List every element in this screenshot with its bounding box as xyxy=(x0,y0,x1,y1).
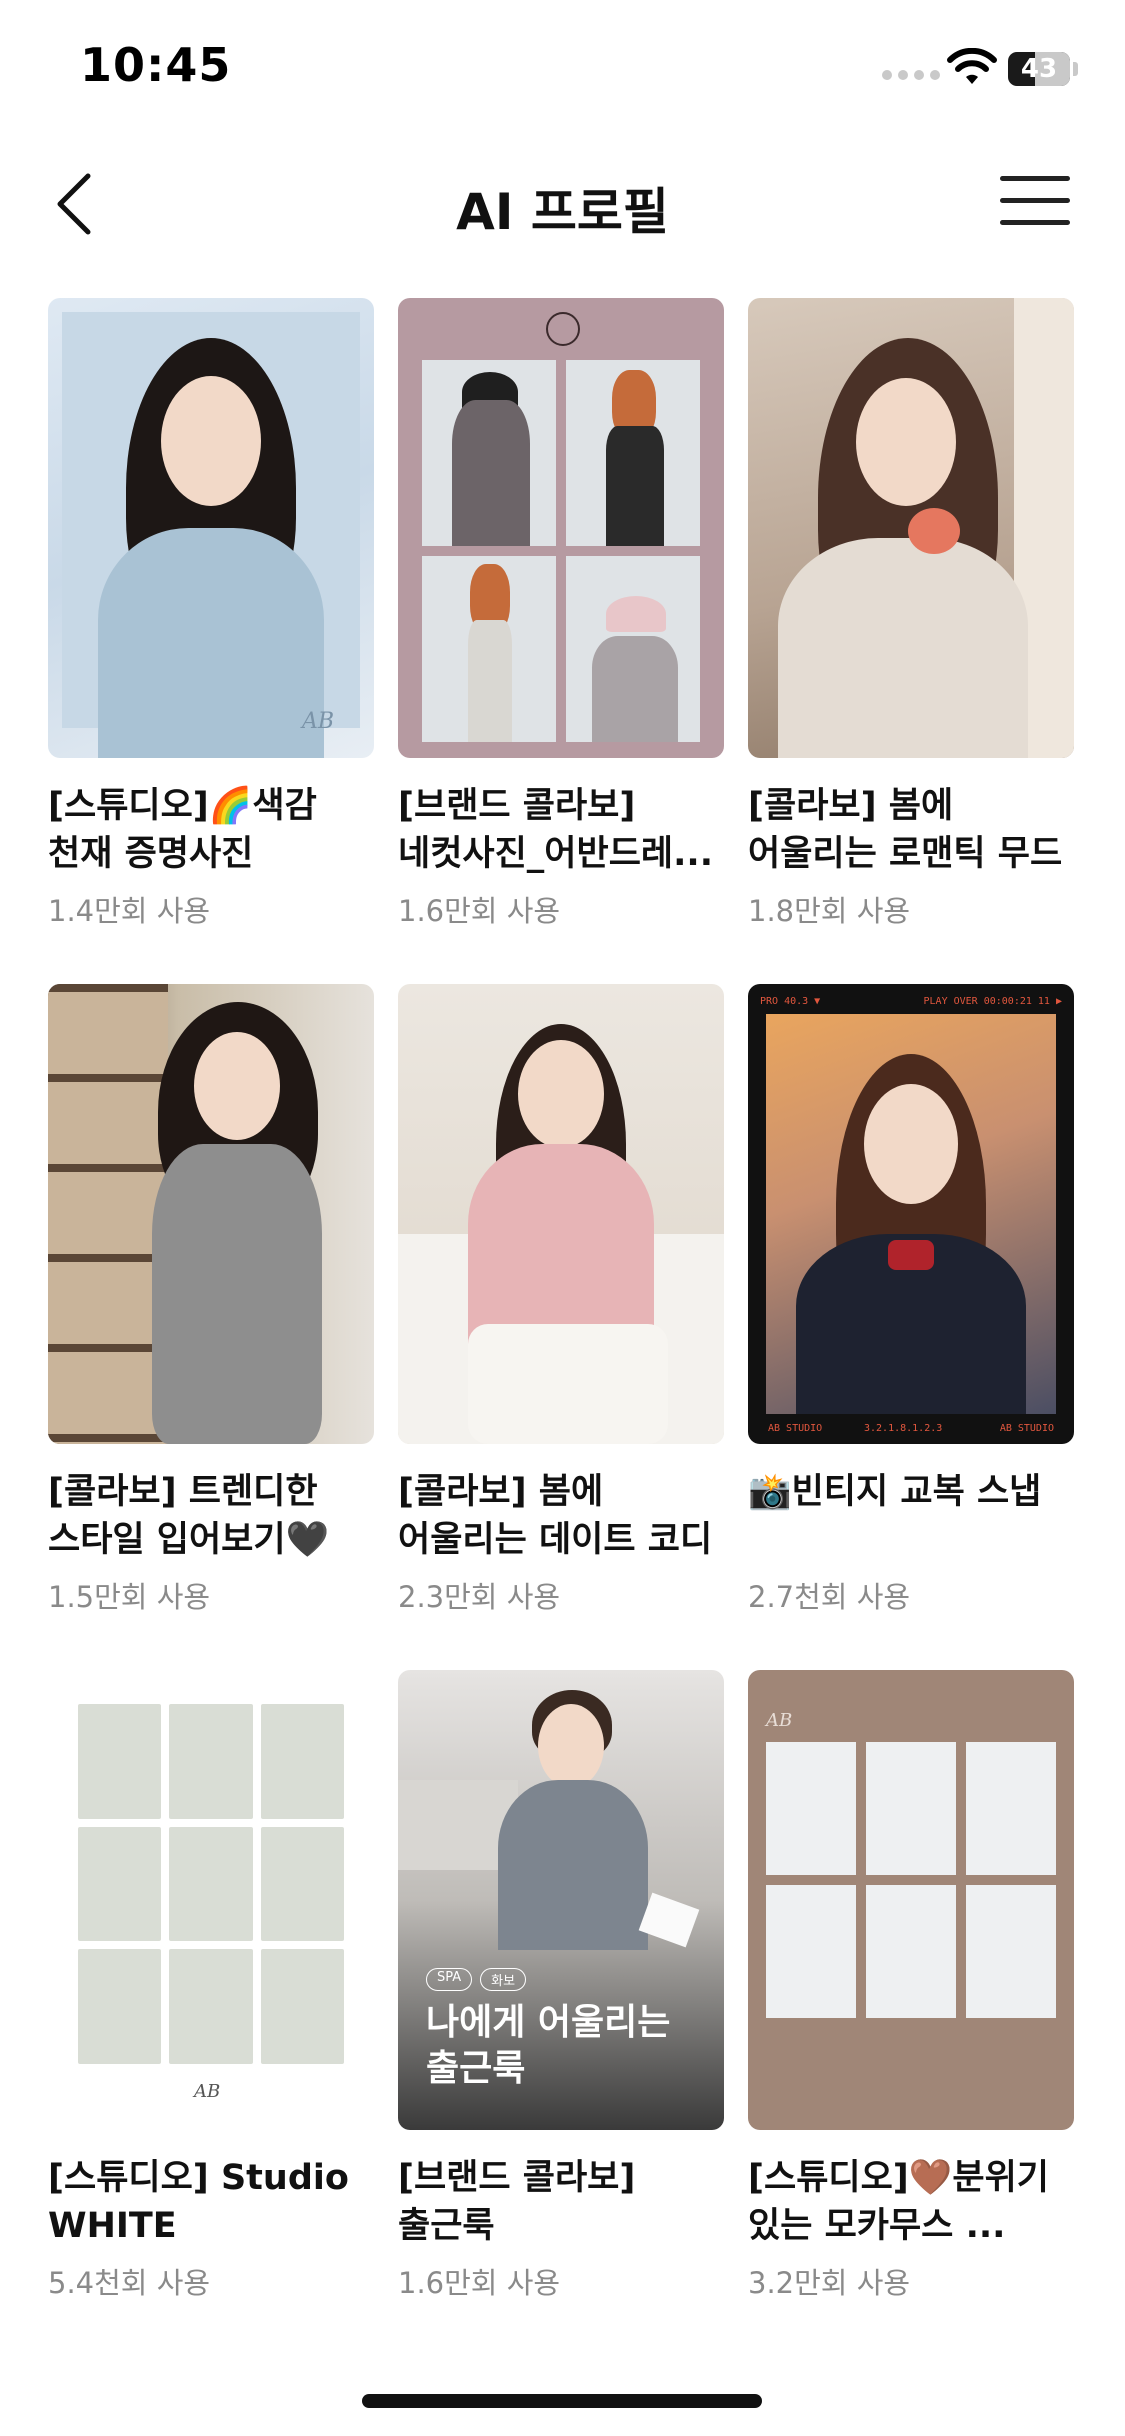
template-title: [콜라보] 봄에 어울리는 데이트 코디🌷 xyxy=(398,1472,713,1560)
template-usage-count: 1.6만회 사용 xyxy=(398,2266,561,2300)
template-title: [브랜드 콜라보] 출근룩 xyxy=(398,2158,636,2246)
template-thumbnail: AB xyxy=(48,1670,374,2130)
template-card[interactable]: SPA 화보 나에게 어울리는 출근룩 [브랜드 콜라보] 출근룩 1.6만회 … xyxy=(398,1670,724,2312)
template-grid: AB [스튜디오]🌈색감 천재 증명사진 1.4만회 사용 [브랜드 콜라보] … xyxy=(48,298,1078,2312)
menu-button[interactable] xyxy=(1000,176,1070,236)
nav-bar: AI 프로필 xyxy=(0,150,1125,260)
template-title: [콜라보] 트렌디한 스타일 입어보기🖤 xyxy=(48,1472,330,1560)
template-thumbnail xyxy=(48,984,374,1444)
template-thumbnail xyxy=(748,298,1074,758)
home-indicator[interactable] xyxy=(362,2394,762,2408)
template-title: [콜라보] 봄에 어울리는 로맨틱 무드💗 xyxy=(748,786,1063,874)
template-thumbnail: PRO 40.3 ▼ PLAY OVER 00:00:21 11 ▶ AB ST… xyxy=(748,984,1074,1444)
template-card[interactable]: [콜라보] 봄에 어울리는 로맨틱 무드💗 1.8만회 사용 xyxy=(748,298,1074,940)
template-card[interactable]: PRO 40.3 ▼ PLAY OVER 00:00:21 11 ▶ AB ST… xyxy=(748,984,1074,1626)
template-usage-count: 1.8만회 사용 xyxy=(748,894,911,928)
template-title: [스튜디오] Studio WHITE xyxy=(48,2158,349,2246)
status-time: 10:45 xyxy=(80,38,232,92)
wifi-icon xyxy=(947,48,997,84)
template-card[interactable]: AB [스튜디오] Studio WHITE 5.4천회 사용 xyxy=(48,1670,374,2312)
watermark-logo: AB xyxy=(301,709,334,734)
hamburger-menu-icon xyxy=(1000,176,1070,225)
template-card[interactable]: AB [스튜디오]🌈색감 천재 증명사진 1.4만회 사용 xyxy=(48,298,374,940)
bookshelf xyxy=(48,984,168,1444)
thumbnail-overlay-title: 나에게 어울리는 출근룩 xyxy=(426,2002,671,2089)
template-card[interactable]: [콜라보] 트렌디한 스타일 입어보기🖤 1.5만회 사용 xyxy=(48,984,374,1626)
template-thumbnail: AB xyxy=(748,1670,1074,2130)
template-thumbnail xyxy=(398,298,724,758)
template-title: [스튜디오]🌈색감 천재 증명사진 xyxy=(48,786,317,874)
template-title: [스튜디오]🤎분위기 있는 모카무스 ... xyxy=(748,2158,1049,2246)
template-card[interactable]: AB [스튜디오]🤎분위기 있는 모카무스 ... 3.2만회 사용 xyxy=(748,1670,1074,2312)
template-card[interactable]: [콜라보] 봄에 어울리는 데이트 코디🌷 2.3만회 사용 xyxy=(398,984,724,1626)
template-card[interactable]: [브랜드 콜라보] 네컷사진_어반드레... 1.6만회 사용 xyxy=(398,298,724,940)
watermark-logo: AB xyxy=(194,2081,221,2102)
tag-spa: SPA xyxy=(426,1968,473,1991)
tag-photoshoot: 화보 xyxy=(480,1968,527,1991)
watermark-logo: AB xyxy=(766,1710,793,1731)
template-thumbnail: AB xyxy=(48,298,374,758)
template-usage-count: 2.3만회 사용 xyxy=(398,1580,561,1614)
cellular-signal-icon xyxy=(882,70,940,80)
battery-level: 43 xyxy=(1020,54,1058,84)
template-usage-count: 2.7천회 사용 xyxy=(748,1580,911,1614)
template-thumbnail xyxy=(398,984,724,1444)
template-thumbnail: SPA 화보 나에게 어울리는 출근룩 xyxy=(398,1670,724,2130)
template-usage-count: 1.4만회 사용 xyxy=(48,894,211,928)
status-bar: 10:45 43 xyxy=(0,0,1125,140)
template-usage-count: 1.5만회 사용 xyxy=(48,1580,211,1614)
template-title: 📸빈티지 교복 스냅 xyxy=(748,1472,1042,1512)
template-title: [브랜드 콜라보] 네컷사진_어반드레... xyxy=(398,786,713,874)
battery-icon: 43 xyxy=(1008,52,1070,86)
rose-flower xyxy=(908,508,960,554)
template-usage-count: 5.4천회 사용 xyxy=(48,2266,211,2300)
template-usage-count: 3.2만회 사용 xyxy=(748,2266,911,2300)
page-title: AI 프로필 xyxy=(456,183,669,241)
brand-logo xyxy=(546,312,580,346)
template-usage-count: 1.6만회 사용 xyxy=(398,894,561,928)
ribbon xyxy=(888,1240,934,1270)
tag-row: SPA 화보 xyxy=(426,1968,527,1991)
